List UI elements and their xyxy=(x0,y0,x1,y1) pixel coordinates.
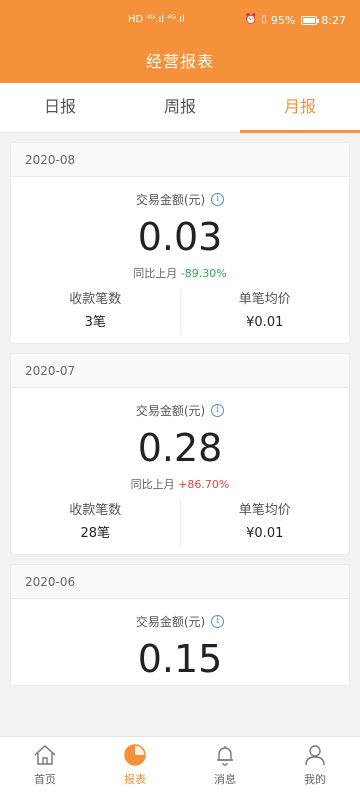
amount-block: 交易金额(元) i 0.15 xyxy=(11,599,349,685)
report-list[interactable]: 2020-08 交易金额(元) i 0.03 同比上月 -89.30% 收款笔数… xyxy=(0,133,360,736)
tab-daily[interactable]: 日报 xyxy=(0,83,120,132)
compare-label: 同比上月 xyxy=(130,478,175,491)
alarm-icon: ⏰ xyxy=(244,14,258,25)
info-icon[interactable]: i xyxy=(211,192,225,206)
stats-row: 收款笔数 3笔 单笔均价 ¥0.01 xyxy=(11,285,349,343)
status-bar: HD ⁴ᴳ.ıl ⁴ᴳ.ıl ⏰ ▯ 95% 8:27 xyxy=(0,0,360,40)
card-period: 2020-08 xyxy=(11,143,349,177)
stat-average: 单笔均价 ¥0.01 xyxy=(179,500,350,546)
info-icon[interactable]: i xyxy=(211,403,225,417)
status-time: 8:27 xyxy=(321,13,346,27)
stat-count: 收款笔数 3笔 xyxy=(11,285,180,343)
compare-row: 同比上月 -89.30% xyxy=(11,263,349,285)
amount-label-row: 交易金额(元) i xyxy=(135,187,225,211)
battery-percent: 95% xyxy=(270,13,296,27)
stat-count-label: 收款笔数 xyxy=(69,292,122,307)
amount-label-row: 交易金额(元) i xyxy=(135,398,225,422)
report-card: 2020-08 交易金额(元) i 0.03 同比上月 -89.30% 收款笔数… xyxy=(10,142,350,344)
report-card: 2020-06 交易金额(元) i 0.15 xyxy=(10,564,350,686)
compare-label: 同比上月 xyxy=(133,267,178,280)
tab-monthly[interactable]: 月报 xyxy=(240,83,360,133)
tabbar-home[interactable]: 首页 xyxy=(0,737,90,792)
compare-row: 同比上月 +86.70% xyxy=(11,474,349,496)
tabbar-messages-label: 消息 xyxy=(214,773,236,786)
compare-value: +86.70% xyxy=(178,478,230,491)
vibrate-icon: ▯ xyxy=(261,14,267,25)
tab-weekly[interactable]: 周报 xyxy=(120,83,240,132)
battery-icon xyxy=(301,15,320,25)
stat-count-value: 28笔 xyxy=(80,526,111,541)
status-right-group: ⏰ ▯ 95% 8:27 xyxy=(245,14,346,27)
stat-average-label: 单笔均价 xyxy=(238,503,291,518)
bottom-tabbar: 首页 报表 消息 我的 xyxy=(0,736,360,792)
stat-average-label: 单笔均价 xyxy=(238,292,291,307)
stat-count: 收款笔数 28笔 xyxy=(11,496,180,554)
page-title: 经营报表 xyxy=(145,52,214,71)
pie-chart-icon xyxy=(90,743,180,767)
tabbar-profile[interactable]: 我的 xyxy=(270,737,360,792)
tabbar-report[interactable]: 报表 xyxy=(90,737,180,792)
bell-icon xyxy=(180,743,270,767)
amount-block: 交易金额(元) i 0.03 同比上月 -89.30% xyxy=(11,177,349,285)
amount-value: 0.28 xyxy=(137,426,223,470)
user-icon xyxy=(270,743,360,767)
info-icon[interactable]: i xyxy=(211,614,225,628)
stat-average: 单笔均价 ¥0.01 xyxy=(179,289,350,335)
amount-label-row: 交易金额(元) i xyxy=(135,609,225,633)
stat-average-value: ¥0.01 xyxy=(246,315,284,330)
tabbar-home-label: 首页 xyxy=(34,773,56,786)
tabbar-profile-label: 我的 xyxy=(304,773,326,786)
report-tabs: 日报 周报 月报 xyxy=(0,83,360,133)
tabbar-report-label: 报表 xyxy=(124,773,146,786)
report-card: 2020-07 交易金额(元) i 0.28 同比上月 +86.70% 收款笔数… xyxy=(10,353,350,555)
stats-row: 收款笔数 28笔 单笔均价 ¥0.01 xyxy=(11,496,349,554)
card-period: 2020-07 xyxy=(11,354,349,388)
stat-count-label: 收款笔数 xyxy=(69,503,122,518)
amount-label: 交易金额(元) xyxy=(135,403,206,418)
amount-value: 0.15 xyxy=(137,637,223,681)
amount-label: 交易金额(元) xyxy=(135,192,206,207)
amount-value: 0.03 xyxy=(137,215,223,259)
stat-count-value: 3笔 xyxy=(84,315,106,330)
amount-label: 交易金额(元) xyxy=(135,614,206,629)
tabbar-messages[interactable]: 消息 xyxy=(180,737,270,792)
status-signal-group: HD ⁴ᴳ.ıl ⁴ᴳ.ıl xyxy=(128,15,185,25)
app-header: HD ⁴ᴳ.ıl ⁴ᴳ.ıl ⏰ ▯ 95% 8:27 经营报表 xyxy=(0,0,360,83)
stat-average-value: ¥0.01 xyxy=(246,526,284,541)
amount-block: 交易金额(元) i 0.28 同比上月 +86.70% xyxy=(11,388,349,496)
home-icon xyxy=(0,743,90,767)
compare-value: -89.30% xyxy=(180,267,227,280)
signal-icon: HD ⁴ᴳ.ıl ⁴ᴳ.ıl xyxy=(128,14,185,25)
card-period: 2020-06 xyxy=(11,565,349,599)
